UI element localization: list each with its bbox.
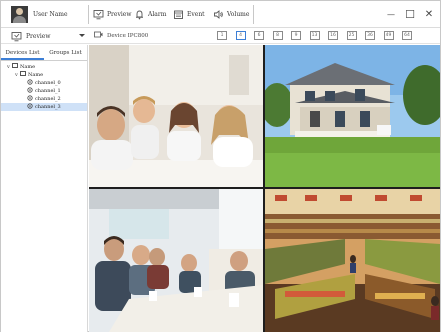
event-button[interactable]: Event <box>173 7 205 22</box>
layout-button-25[interactable]: 25 <box>346 31 357 40</box>
layout-button-label: 36 <box>367 33 373 38</box>
channel-label: channel_2 <box>35 96 61 102</box>
device-tree: v Name v Name channel_0 channel_1 channel_… <box>1 63 87 111</box>
video-cell-family[interactable] <box>89 45 263 187</box>
layout-button-label: 64 <box>404 33 410 38</box>
sidebar: Devices List Groups List v Name v Name cha… <box>1 45 88 332</box>
divider <box>253 5 254 24</box>
preview-button[interactable]: Preview <box>93 7 131 22</box>
layout-button-49[interactable]: 49 <box>383 31 394 40</box>
camera-icon <box>27 95 33 101</box>
tree-channel[interactable]: channel_1 <box>1 87 87 95</box>
speaker-icon <box>213 9 224 20</box>
bell-icon <box>134 9 145 20</box>
device-icon <box>20 71 26 76</box>
preview-label: Preview <box>107 11 132 18</box>
sidebar-tabs: Devices List Groups List <box>1 45 87 61</box>
layout-button-8[interactable]: 8 <box>272 31 283 40</box>
video-cell-house[interactable] <box>265 45 440 187</box>
monitor-icon <box>93 9 104 20</box>
layout-button-1[interactable]: 1 <box>217 31 227 40</box>
layout-button-label: 13 <box>311 33 318 38</box>
tab-groups-list[interactable]: Groups List <box>44 45 87 60</box>
tree-channel[interactable]: channel_0 <box>1 79 87 87</box>
layout-button-label: 49 <box>385 33 392 38</box>
view-toolbar: Preview Device IPC800 1 4 6 8 9 13 16 25 36 49 64 <box>1 28 440 44</box>
video-cell-office[interactable] <box>89 189 263 332</box>
mode-label: Preview <box>26 32 51 40</box>
layout-button-label: 8 <box>276 33 279 38</box>
tree-channel-selected[interactable]: channel_3 <box>1 103 87 111</box>
divider <box>88 5 89 24</box>
top-bar: User Name Preview Alarm Event Volume — ☐… <box>1 1 440 28</box>
layout-button-label: 16 <box>330 33 336 38</box>
avatar[interactable] <box>11 6 28 23</box>
tree-root[interactable]: v Name <box>1 63 87 71</box>
app-window: User Name Preview Alarm Event Volume — ☐… <box>0 0 441 332</box>
channel-label: channel_3 <box>35 104 61 110</box>
close-button[interactable]: ✕ <box>422 7 436 21</box>
tree-channel[interactable]: channel_2 <box>1 95 87 103</box>
camera-icon <box>27 79 33 85</box>
tree-group-label: Name <box>28 72 44 78</box>
layout-button-6[interactable]: 6 <box>254 31 264 40</box>
volume-button[interactable]: Volume <box>213 7 249 22</box>
video-grid <box>89 45 440 332</box>
tree-group[interactable]: v Name <box>1 71 87 79</box>
camera-icon <box>27 103 33 109</box>
camera-icon <box>94 31 103 40</box>
layout-button-64[interactable]: 64 <box>402 31 412 40</box>
channel-label: channel_0 <box>35 80 61 86</box>
layout-button-9[interactable]: 9 <box>291 31 301 40</box>
folder-icon <box>12 63 18 68</box>
minimize-button[interactable]: — <box>384 7 398 21</box>
camera-icon <box>27 87 33 93</box>
layout-button-label: 1 <box>220 33 224 38</box>
maximize-button[interactable]: ☐ <box>403 7 417 21</box>
channel-label: channel_1 <box>35 88 61 94</box>
tree-root-label: Name <box>20 64 36 70</box>
device-title-text: Device IPC800 <box>107 32 149 39</box>
mode-select[interactable]: Preview <box>11 29 50 43</box>
layout-button-label: 25 <box>348 33 355 38</box>
calendar-icon <box>173 9 184 20</box>
user-name: User Name <box>33 11 68 18</box>
layout-button-label: 9 <box>294 33 298 38</box>
alarm-button[interactable]: Alarm <box>134 7 166 22</box>
tab-devices-list[interactable]: Devices List <box>1 45 44 60</box>
layout-button-36[interactable]: 36 <box>365 31 375 40</box>
alarm-label: Alarm <box>148 11 167 18</box>
chevron-down-icon[interactable] <box>79 34 85 37</box>
layout-button-13[interactable]: 13 <box>309 31 320 40</box>
layout-button-label: 4 <box>239 33 242 38</box>
video-cell-supermarket[interactable] <box>265 189 440 332</box>
layout-button-label: 6 <box>257 33 261 38</box>
event-label: Event <box>187 11 205 18</box>
monitor-icon <box>11 31 22 42</box>
volume-label: Volume <box>227 11 250 18</box>
device-title: Device IPC800 <box>94 31 148 40</box>
layout-button-16[interactable]: 16 <box>328 31 338 40</box>
layout-button-4[interactable]: 4 <box>235 31 246 40</box>
